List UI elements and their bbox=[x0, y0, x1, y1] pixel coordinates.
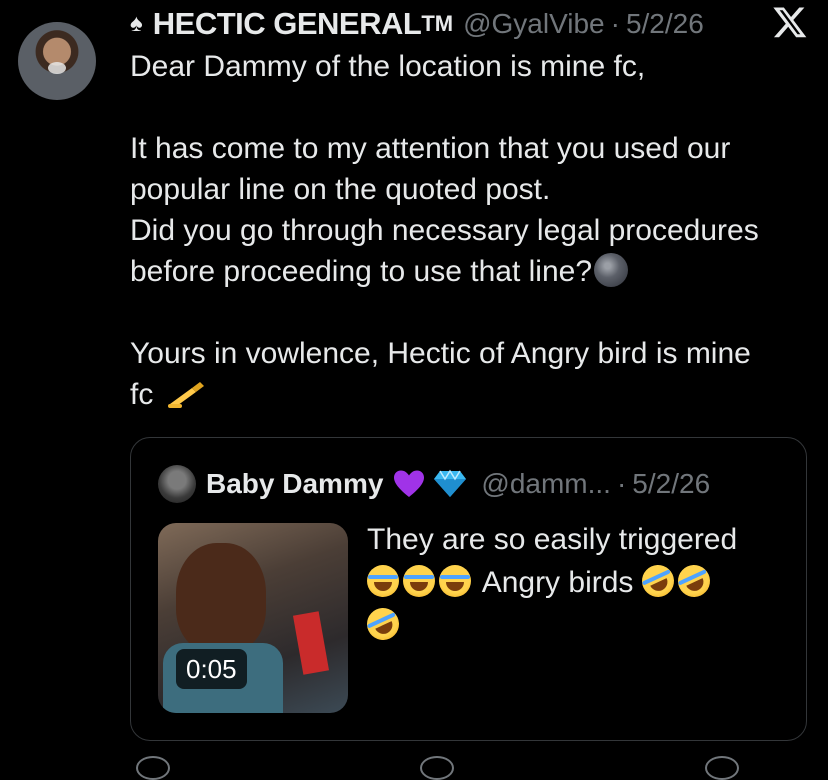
post-line: It has come to my attention that you use… bbox=[130, 132, 731, 165]
avatar-smoke bbox=[48, 62, 66, 74]
rofl-icon bbox=[672, 559, 716, 603]
thumbnail-figure bbox=[176, 543, 266, 653]
header-separator: · bbox=[610, 8, 620, 39]
x-logo-icon[interactable] bbox=[772, 4, 808, 40]
quoted-line-with-emoji bbox=[361, 602, 787, 647]
author-avatar[interactable] bbox=[18, 22, 96, 100]
video-thumbnail[interactable]: 0:05 bbox=[158, 523, 348, 713]
quoted-author-name[interactable]: Baby Dammy bbox=[206, 468, 383, 500]
post-body: Dear Dammy of the location is mine fc, I… bbox=[130, 46, 810, 415]
reply-icon[interactable] bbox=[136, 756, 170, 780]
video-duration: 0:05 bbox=[176, 649, 247, 689]
post-line: Yours in vowlence, Hectic of Angry bird … bbox=[130, 337, 751, 370]
quoted-avatar[interactable] bbox=[158, 465, 196, 503]
new-moon-face-icon bbox=[594, 253, 628, 287]
like-icon[interactable] bbox=[420, 756, 454, 780]
purple-heart-icon bbox=[394, 470, 425, 497]
bookmark-icon[interactable] bbox=[705, 756, 739, 780]
post-line: Did you go through necessary legal proce… bbox=[130, 214, 759, 247]
author-name[interactable]: HECTIC GENERAL bbox=[153, 6, 422, 42]
post-line: Dear Dammy of the location is mine fc, bbox=[130, 50, 646, 83]
spade-icon: ♠ bbox=[130, 10, 143, 37]
thumbnail-red-card bbox=[292, 611, 330, 675]
quoted-text: They are so easily triggered Angry birds bbox=[361, 518, 787, 647]
post-date[interactable]: 5/2/26 bbox=[626, 8, 704, 40]
quoted-handle[interactable]: @damm... bbox=[481, 468, 611, 500]
author-handle[interactable]: @GyalVibe bbox=[463, 8, 605, 40]
writing-hand-icon bbox=[167, 382, 204, 408]
post-header: ♠ HECTIC GENERAL TM @GyalVibe · 5/2/26 bbox=[130, 6, 704, 42]
rofl-icon bbox=[636, 559, 680, 603]
post-line-with-emoji: fc bbox=[130, 374, 810, 415]
tears-of-joy-icon bbox=[403, 565, 435, 597]
quoted-separator: · bbox=[616, 468, 627, 499]
post-line: fc bbox=[130, 378, 154, 411]
quoted-line: Angry birds bbox=[481, 566, 634, 599]
trademark-symbol: TM bbox=[421, 11, 454, 36]
post-line: before proceeding to use that line? bbox=[130, 255, 592, 288]
quoted-header: Baby Dammy @damm... · 5/2/26 bbox=[158, 465, 710, 503]
post-line-with-emoji: before proceeding to use that line? bbox=[130, 251, 810, 292]
quoted-date[interactable]: 5/2/26 bbox=[632, 468, 710, 500]
quoted-line-with-emoji: Angry birds bbox=[367, 559, 787, 604]
post-line: popular line on the quoted post. bbox=[130, 173, 551, 206]
tears-of-joy-icon bbox=[367, 565, 399, 597]
tears-of-joy-icon bbox=[439, 565, 471, 597]
quoted-line: They are so easily triggered bbox=[367, 523, 738, 556]
rofl-icon bbox=[361, 602, 405, 646]
quoted-post[interactable]: Baby Dammy @damm... · 5/2/26 0:05 They a… bbox=[130, 437, 807, 741]
gem-icon bbox=[434, 469, 467, 497]
